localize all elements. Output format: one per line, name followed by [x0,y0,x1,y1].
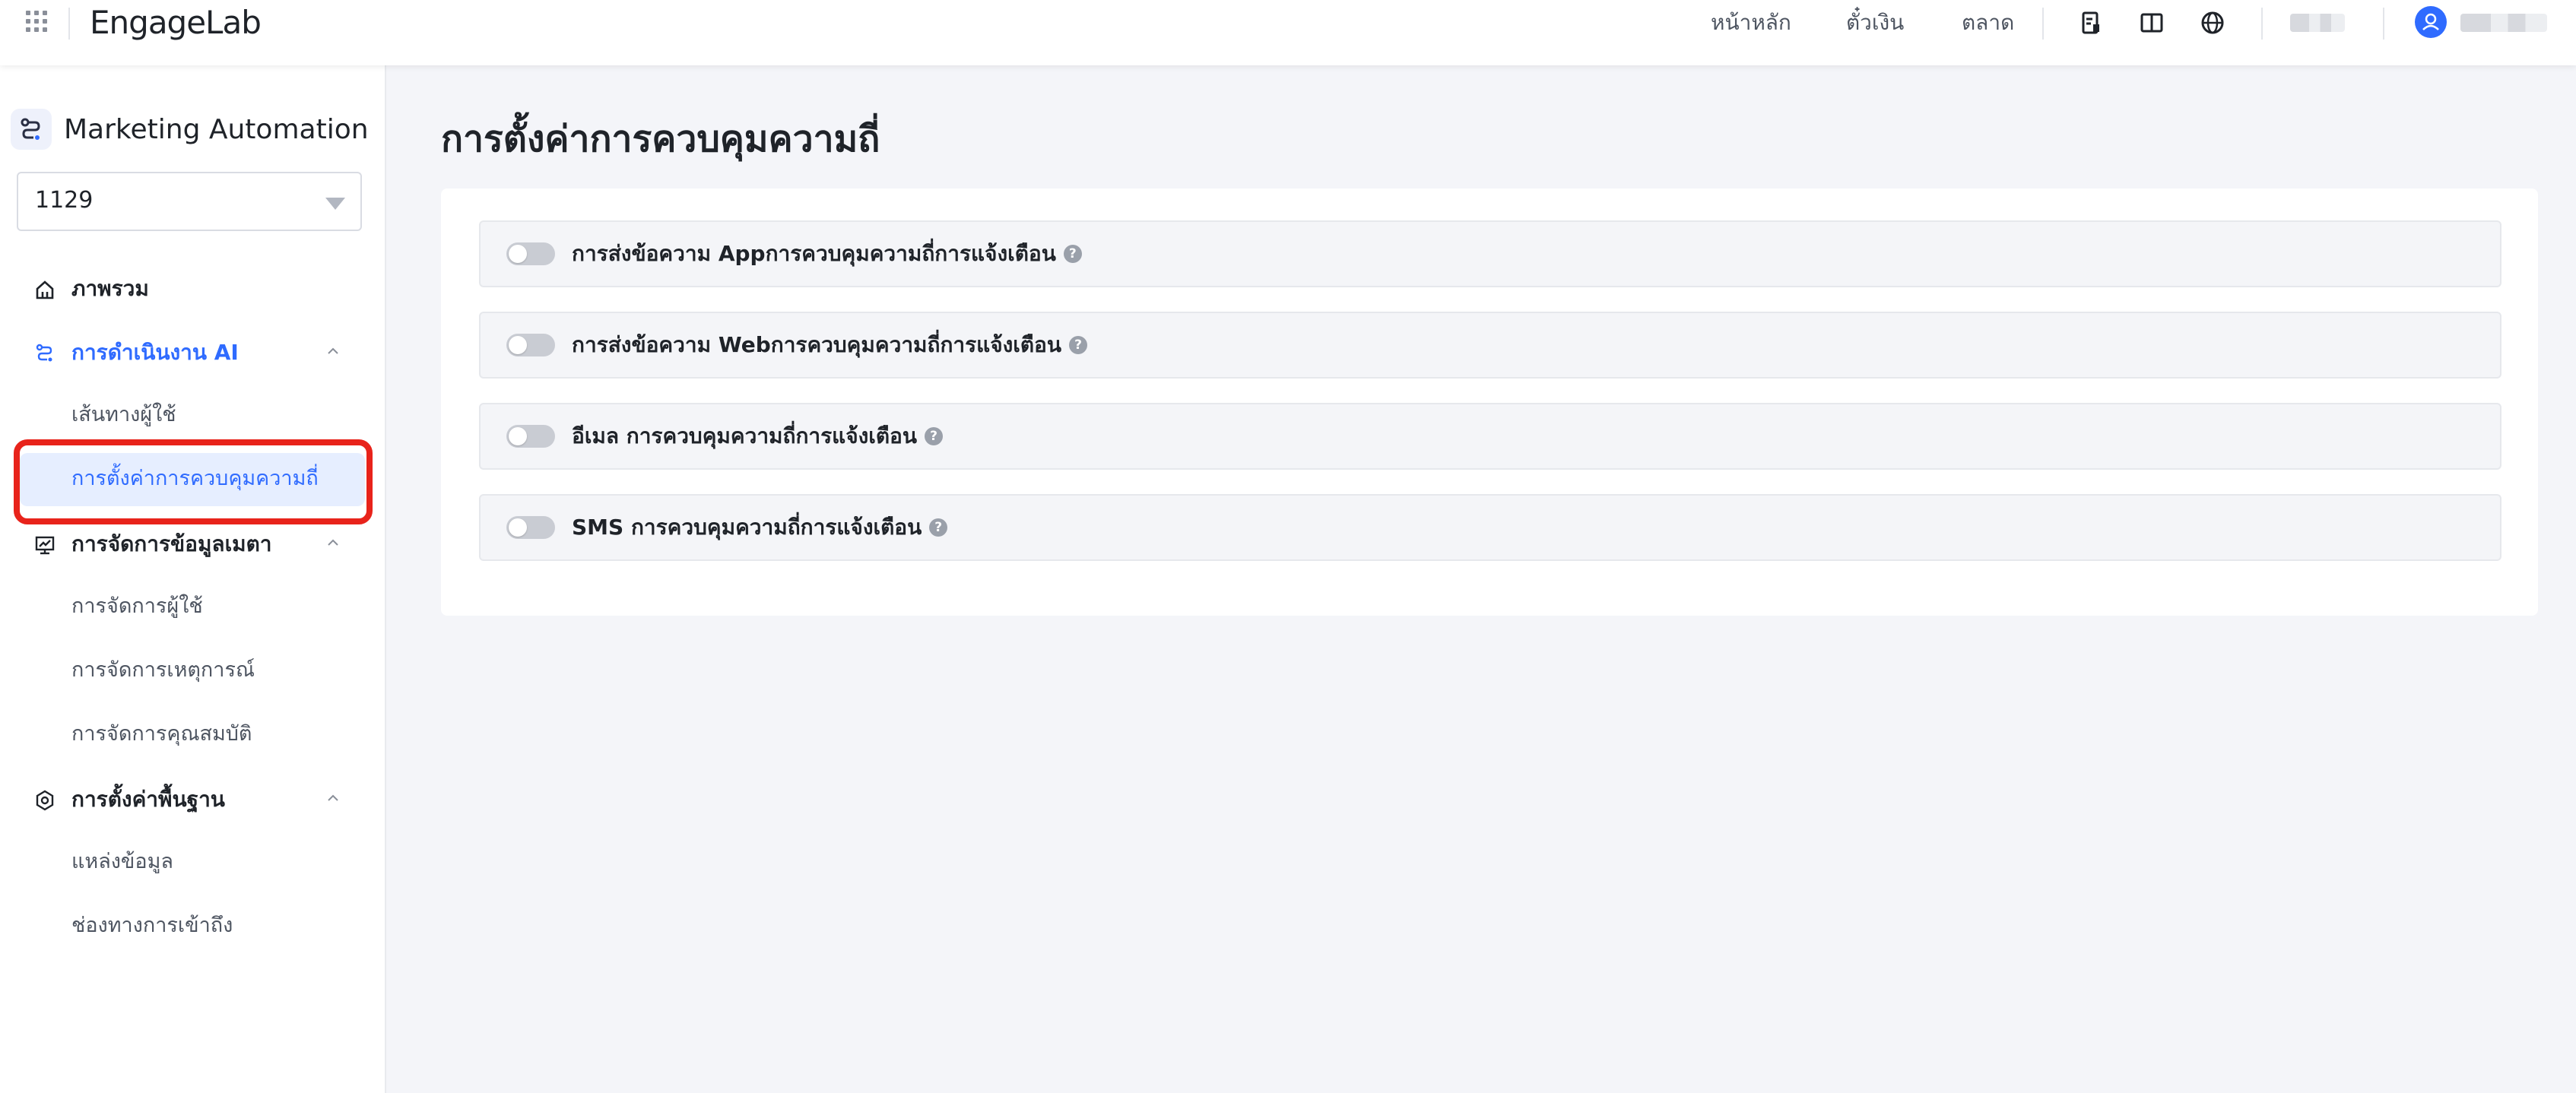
top-bar: EngageLab หน้าหลัก ตั๋วเงิน ตลาด [0,0,2576,65]
sidebar-item-label: แหล่งข้อมูล [71,850,173,873]
globe-icon[interactable] [2199,9,2226,36]
flow-icon [36,344,52,362]
sidebar-item-data-source[interactable]: แหล่งข้อมูล [20,836,365,889]
sidebar-item-user-management[interactable]: การจัดการผู้ใช้ [20,581,365,634]
page-title: การตั้งค่าการควบคุมความถี่ [441,118,880,160]
caret-down-icon[interactable] [325,198,345,210]
settings-hex-icon [36,790,54,811]
topbar-divider [2042,8,2044,40]
setting-row-app-push: การส่งข้อความ Appการควบคุมความถี่การแจ้ง… [479,220,2501,287]
sidebar-group-label: การดำเนินงาน AI [71,340,239,365]
product-name: Marketing Automation [64,113,369,145]
setting-row-web-push: การส่งข้อความ Webการควบคุมความถี่การแจ้ง… [479,312,2501,379]
app-selector-value: 1129 [35,187,94,214]
sidebar-group-label: การตั้งค่าพื้นฐาน [71,787,225,812]
setting-label-text: อีเมล การควบคุมความถี่การแจ้งเตือน [572,423,918,448]
engagelab-logo[interactable]: EngageLab [90,2,262,44]
sidebar-group-basic-settings[interactable]: การตั้งค่าพื้นฐาน [0,777,385,822]
sidebar-group-metadata[interactable]: การจัดการข้อมูลเมตา [0,521,385,567]
sms-toggle[interactable] [506,516,555,539]
sidebar: Marketing Automation 1129 ภาพรวม การดำเน… [0,65,386,1093]
sidebar-item-access-channel[interactable]: ช่องทางการเข้าถึง [20,900,365,953]
avatar[interactable] [2415,6,2447,38]
home-icon [36,280,54,299]
blurred-username [2460,14,2547,32]
topbar-divider [2383,8,2384,40]
setting-label-text: SMS การควบคุมความถี่การแจ้งเตือน [572,515,922,540]
product-header: Marketing Automation [11,106,369,152]
sidebar-item-label: การจัดการผู้ใช้ [71,594,203,618]
sidebar-item-label: ช่องทางการเข้าถึง [71,914,233,937]
chevron-up-icon[interactable] [325,535,341,550]
help-icon[interactable]: ? [1063,245,1082,263]
chevron-up-icon[interactable] [325,790,341,806]
setting-label-text: การส่งข้อความ Webการควบคุมความถี่การแจ้ง… [572,332,1061,357]
sidebar-item-overview[interactable]: ภาพรวม [0,266,385,312]
app-push-toggle[interactable] [506,242,555,265]
nav-link-market[interactable]: ตลาด [1962,6,2014,40]
web-push-toggle[interactable] [506,334,555,356]
split-view-icon[interactable] [2138,9,2165,36]
topbar-divider [2261,8,2263,40]
settings-card: การส่งข้อความ Appการควบคุมความถี่การแจ้ง… [441,189,2538,616]
document-icon[interactable] [2077,9,2105,36]
setting-label: SMS การควบคุมความถี่การแจ้งเตือน ? [572,512,948,543]
sidebar-item-label: เส้นทางผู้ใช้ [71,403,176,426]
sidebar-item-user-journey[interactable]: เส้นทางผู้ใช้ [20,389,365,442]
apps-grid-icon[interactable] [26,11,49,33]
automation-icon [11,109,52,150]
sidebar-item-label: การจัดการคุณสมบัติ [71,722,252,746]
help-icon[interactable]: ? [925,427,944,445]
sidebar-group-label: การจัดการข้อมูลเมตา [71,531,272,556]
sidebar-item-property-management[interactable]: การจัดการคุณสมบัติ [20,708,365,762]
sidebar-item-label: การจัดการเหตุการณ์ [71,658,255,682]
setting-row-email: อีเมล การควบคุมความถี่การแจ้งเตือน ? [479,403,2501,470]
chevron-up-icon[interactable] [325,344,341,359]
sidebar-group-ai-operations[interactable]: การดำเนินงาน AI [0,330,385,375]
help-icon[interactable]: ? [929,518,948,537]
sidebar-group-label: ภาพรวม [71,276,149,301]
setting-label: การส่งข้อความ Appการควบคุมความถี่การแจ้ง… [572,239,1082,269]
email-toggle[interactable] [506,425,555,448]
setting-row-sms: SMS การควบคุมความถี่การแจ้งเตือน ? [479,494,2501,561]
topbar-divider [68,8,70,40]
sidebar-item-event-management[interactable]: การจัดการเหตุการณ์ [20,645,365,698]
blurred-account-info [2290,14,2345,32]
nav-link-home[interactable]: หน้าหลัก [1711,6,1791,40]
chart-board-icon [35,536,55,555]
setting-label: อีเมล การควบคุมความถี่การแจ้งเตือน ? [572,421,944,451]
app-selector[interactable]: 1129 [17,172,362,231]
nav-link-billing[interactable]: ตั๋วเงิน [1846,6,1904,40]
setting-label: การส่งข้อความ Webการควบคุมความถี่การแจ้ง… [572,330,1087,360]
setting-label-text: การส่งข้อความ Appการควบคุมความถี่การแจ้ง… [572,241,1056,266]
help-icon[interactable]: ? [1069,336,1087,354]
highlight-annotation [14,439,373,524]
user-icon [2422,13,2439,30]
